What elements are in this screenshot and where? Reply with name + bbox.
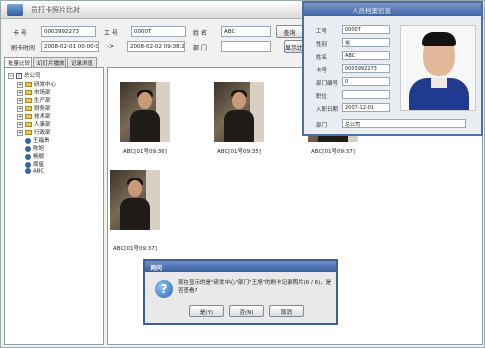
folder-icon	[25, 90, 32, 95]
tree-root[interactable]: − ✓ 总公司	[8, 71, 41, 79]
tab-slideshow[interactable]: 幻灯片播放	[33, 57, 66, 67]
dialog-message: 现在显示的是"研发中心"部门"王旭"的刷卡记录照片(6 / 6)，是否查看?	[178, 280, 332, 294]
folder-icon	[25, 122, 32, 127]
yes-button[interactable]: 是(Y)	[189, 305, 224, 317]
person-icon	[25, 168, 31, 174]
tree-item-dept[interactable]: + 研发中心	[17, 80, 56, 88]
tree-label: ABC	[33, 168, 45, 175]
tree-item-dept[interactable]: + 财务部	[17, 104, 51, 112]
tab-record-browse[interactable]: 记录浏览	[67, 57, 97, 67]
person-icon	[25, 145, 31, 152]
photo-caption: ABC[01号09:36]	[123, 149, 167, 155]
time-to-field[interactable]: 2008-02-02 09:38:20	[127, 41, 185, 52]
tree-item-dept[interactable]: + 技术部	[17, 112, 51, 120]
folder-icon	[25, 82, 32, 87]
no-button[interactable]: 否(N)	[229, 305, 264, 317]
tree-item-dept[interactable]: + 人事部	[17, 120, 51, 128]
person-icon	[25, 161, 31, 168]
photo-caption: ABC[01号09:35]	[217, 149, 261, 155]
photo-caption: ABC[01号09:37]	[113, 246, 157, 252]
tree-item-person[interactable]: 王福贵	[25, 136, 50, 144]
query-button[interactable]: 查询	[276, 25, 303, 38]
emp-no-label: 工 号	[104, 30, 118, 37]
employee-portrait	[400, 25, 476, 111]
info-title: 人员档案信息	[352, 7, 391, 15]
confirm-dialog: 询问 ? 现在显示的是"研发中心"部门"王旭"的刷卡记录照片(6 / 6)，是否…	[143, 259, 338, 325]
emp-no-field[interactable]: 0000T	[131, 26, 186, 37]
tree-item-person[interactable]: 陈旭	[25, 144, 44, 152]
tree-item-person[interactable]: 杨顺	[25, 152, 44, 160]
photo-caption: ABC[01号09:37]	[311, 149, 355, 155]
expand-icon[interactable]: +	[17, 113, 23, 120]
name-label: 姓 名	[193, 30, 207, 37]
folder-icon	[25, 114, 32, 119]
expand-icon[interactable]: +	[17, 105, 23, 112]
tree-item-person[interactable]: ABC	[25, 168, 44, 176]
dept-label: 部 门	[193, 45, 207, 52]
expand-icon[interactable]: +	[17, 121, 23, 128]
dialog-title-bar[interactable]: 询问	[145, 261, 336, 272]
dept-field[interactable]	[221, 41, 271, 52]
tree-item-dept[interactable]: + 行政部	[17, 128, 51, 136]
card-no-field[interactable]: 0003992273	[41, 26, 96, 37]
name-field[interactable]: ABC	[221, 26, 271, 37]
app-logo-icon	[7, 4, 23, 16]
info-title-bar[interactable]: 人员档案信息	[304, 3, 481, 16]
time-from-field[interactable]: 2008-02-01 00:00:00	[41, 41, 99, 52]
dialog-title: 询问	[150, 264, 163, 272]
folder-icon	[25, 106, 32, 111]
expand-icon[interactable]: +	[17, 129, 23, 136]
employee-info-window: 人员档案信息 工号 0000T 性别 男 姓名 ABC 卡号 000399227…	[302, 1, 483, 136]
show-compare-button[interactable]: 显示比对	[284, 40, 304, 53]
swipe-photo[interactable]	[120, 82, 170, 142]
folder-icon	[25, 130, 32, 135]
tree-label: 总公司	[24, 73, 41, 79]
tab-batch-compare[interactable]: 批量比较	[4, 57, 32, 67]
tree-item-person[interactable]: 周星	[25, 160, 44, 168]
person-icon	[25, 153, 31, 160]
swipe-photo[interactable]	[110, 170, 160, 230]
swipe-photo[interactable]	[214, 82, 264, 142]
card-no-label: 卡 号	[13, 30, 27, 37]
person-icon	[25, 137, 31, 144]
tree-item-dept[interactable]: + 生产部	[17, 96, 51, 104]
expand-icon[interactable]: +	[17, 97, 23, 104]
collapse-icon[interactable]: −	[8, 72, 14, 79]
to-arrow-label: ->	[107, 43, 115, 50]
cancel-button[interactable]: 取消	[269, 305, 304, 317]
expand-icon[interactable]: +	[17, 81, 23, 88]
swipe-time-label: 刷卡时间	[11, 45, 36, 52]
question-icon: ?	[155, 280, 173, 298]
window-title: 员打卡照片比对	[31, 6, 80, 14]
checkbox-icon[interactable]: ✓	[16, 72, 22, 79]
tree-item-dept[interactable]: + 市场部	[17, 88, 51, 96]
folder-icon	[25, 98, 32, 103]
expand-icon[interactable]: +	[17, 89, 23, 96]
dept-tree: − ✓ 总公司 + 研发中心 + 市场部 + 生产部 + 财务部 + 技术部 + 人事部 + 行政…	[4, 67, 104, 345]
